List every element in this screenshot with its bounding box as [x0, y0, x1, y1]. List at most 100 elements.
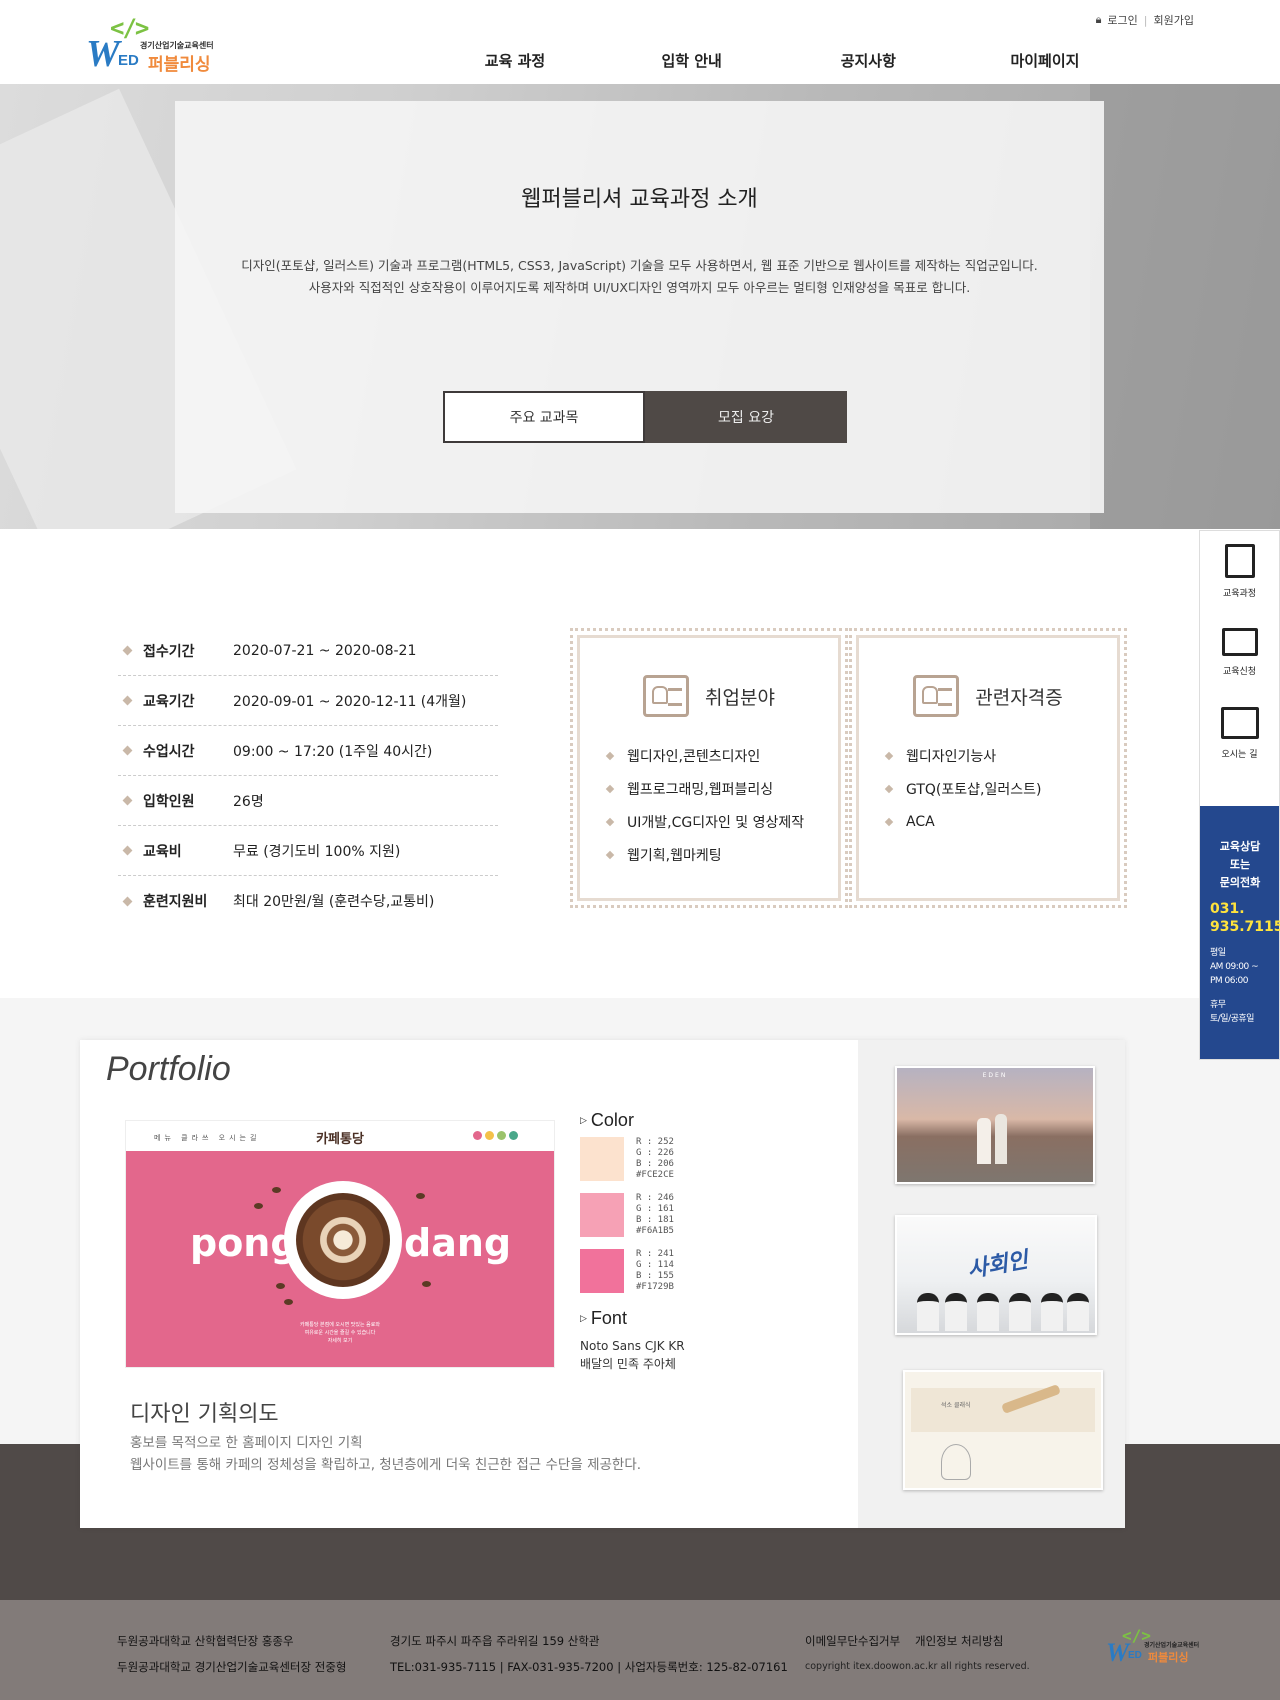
- player-figure: [1041, 1293, 1063, 1331]
- coffee-bean-icon: [254, 1203, 263, 1209]
- course-info-list: 접수기간 2020-07-21 ~ 2020-08-21 교육기간 2020-09-…: [118, 626, 498, 926]
- contact-title: 교육상담 또는 문의전화: [1210, 838, 1270, 892]
- color-heading-text: Color: [590, 1110, 634, 1130]
- site-logo[interactable]: </> W 경기산업기술교육센터 ED 퍼블리싱: [86, 14, 216, 75]
- footer-line: 경기도 파주시 파주읍 주라위길 159 산학관: [390, 1634, 600, 1648]
- portfolio-thumb-baseball[interactable]: 사회인: [895, 1215, 1097, 1335]
- swatch-r: R : 252: [636, 1137, 674, 1147]
- contact-holidays: 휴무 토/일/공휴일: [1210, 998, 1279, 1026]
- hero-bg-shadow: [1090, 84, 1280, 529]
- swatch-values: R : 246 G : 161 B : 181 #F6A1B5: [636, 1193, 674, 1243]
- list-item: 웹디자인기능사: [884, 739, 1041, 772]
- swatch-box: [580, 1249, 624, 1293]
- diamond-bullet-icon: [122, 896, 133, 906]
- util-menu: 🔒︎ 로그인 | 회원가입: [1096, 12, 1194, 28]
- coffee-bean-icon: [272, 1187, 281, 1193]
- info-key: 훈련지원비: [143, 894, 208, 910]
- color-palette: ▷ Color R : 252 G : 226 B : 206 #FCE2CE R : …: [580, 1110, 780, 1299]
- swatch-box: [580, 1193, 624, 1237]
- diamond-bullet-icon: [122, 645, 133, 656]
- contact-phone[interactable]: 031. 935.7115: [1210, 900, 1280, 936]
- logo-w: W: [1106, 1638, 1130, 1667]
- list-item: 웹기획,웹마케팅: [605, 838, 804, 871]
- main-nav: 교육 과정 입학 안내 공지사항 마이페이지: [460, 50, 1100, 71]
- info-row: 교육비 무료 (경기도비 100% 지원): [118, 826, 498, 876]
- swatch-values: R : 241 G : 114 B : 155 #F1729B: [636, 1249, 674, 1299]
- holiday-line: 휴무: [1210, 1000, 1226, 1010]
- certificate-icon: [913, 675, 960, 717]
- recruit-guide-button[interactable]: 모집 요강: [645, 391, 847, 443]
- certificate-title: 관련자격증: [975, 686, 1063, 709]
- login-link[interactable]: 로그인: [1107, 12, 1137, 28]
- font-info: ▷ Font Noto Sans CJK KR 배달의 민족 주아체: [580, 1308, 685, 1373]
- swatch-hex: #F1729B: [636, 1282, 674, 1292]
- player-figure: [1067, 1293, 1089, 1331]
- certificate-list: 웹디자인기능사 GTQ(포토샵,일러스트) ACA: [884, 739, 1041, 838]
- coffee-bean-icon: [416, 1193, 425, 1199]
- footer-logo[interactable]: </> W 경기산업기술교육센터 ED 퍼블리싱: [1106, 1626, 1200, 1668]
- list-item-text: UI개발,CG디자인 및 영상제작: [627, 814, 805, 831]
- list-item-text: ACA: [906, 813, 935, 830]
- coffee-bean-icon: [422, 1281, 431, 1287]
- quick-directions[interactable]: 오시는 길: [1200, 693, 1279, 774]
- diamond-bullet-icon: [605, 817, 615, 826]
- phone-line: 031.: [1210, 901, 1245, 917]
- diamond-bullet-icon: [122, 845, 133, 856]
- nav-courses[interactable]: 교육 과정: [460, 50, 570, 71]
- triangle-right-icon: ▷: [580, 1313, 587, 1323]
- nav-notice[interactable]: 공지사항: [813, 50, 923, 71]
- color-swatch: R : 246 G : 161 B : 181 #F6A1B5: [580, 1193, 780, 1243]
- swatch-box: [580, 1137, 624, 1181]
- quick-apply[interactable]: 교육신청: [1200, 612, 1279, 693]
- swatch-b: B : 206: [636, 1159, 674, 1169]
- phone-line: 935.7115: [1210, 919, 1280, 935]
- join-link[interactable]: 회원가입: [1154, 12, 1194, 28]
- certificate-card: 관련자격증 웹디자인기능사 GTQ(포토샵,일러스트) ACA: [849, 628, 1127, 908]
- mock-word-pong: pong: [190, 1221, 298, 1265]
- couple-figure: [977, 1118, 991, 1164]
- diamond-bullet-icon: [884, 817, 894, 826]
- email-refusal-link[interactable]: 이메일무단수집거부: [805, 1628, 900, 1654]
- portfolio-thumb-eden[interactable]: EDEN: [895, 1066, 1095, 1184]
- diamond-bullet-icon: [884, 751, 894, 760]
- nav-mypage[interactable]: 마이페이지: [990, 50, 1100, 71]
- swatch-values: R : 252 G : 226 B : 206 #FCE2CE: [636, 1137, 674, 1187]
- info-key: 입학인원: [143, 793, 195, 810]
- site-header: </> W 경기산업기술교육센터 ED 퍼블리싱 🔒︎ 로그인 | 회원가입 교…: [0, 0, 1280, 84]
- portfolio-main-image[interactable]: 메뉴 클라쓰 오시는길 카페통당 pong dang 카페통당 본점에 오시면 …: [125, 1120, 555, 1368]
- info-key: 교육비: [143, 843, 182, 860]
- player-figure: [917, 1293, 939, 1331]
- mock-caption-button: 자세히 보기: [327, 1338, 353, 1344]
- job-field-list: 웹디자인,콘텐츠디자인 웹프로그래밍,웹퍼블리싱 UI개발,CG디자인 및 영상…: [605, 739, 805, 871]
- main-subjects-button[interactable]: 주요 교과목: [443, 391, 645, 443]
- swatch-g: G : 114: [636, 1260, 674, 1270]
- list-item-text: 웹디자인,콘텐츠디자인: [627, 748, 761, 765]
- contact-title-line: 또는: [1229, 858, 1251, 871]
- nav-admission[interactable]: 입학 안내: [637, 50, 747, 71]
- logo-center-name: 경기산업기술교육센터: [1144, 1642, 1200, 1649]
- font-heading-text: Font: [590, 1308, 627, 1328]
- mock-color-dots: [473, 1131, 518, 1140]
- quick-courses[interactable]: 교육과정: [1200, 531, 1279, 612]
- couple-figure: [995, 1114, 1007, 1164]
- design-intent-line-1: 홍보를 목적으로 한 홈페이지 디자인 기획: [130, 1435, 363, 1451]
- page: </> W 경기산업기술교육센터 ED 퍼블리싱 🔒︎ 로그인 | 회원가입 교…: [0, 0, 1280, 1700]
- mock-word-dang: dang: [404, 1221, 512, 1265]
- info-row: 훈련지원비 최대 20만원/월 (훈련수당,교통비): [118, 876, 498, 926]
- coffee-bean-icon: [284, 1299, 293, 1305]
- mock-caption-line: 카페통당 본점에 오시면 맛있는 음료와: [300, 1322, 380, 1328]
- thumb-image: 사회인: [897, 1217, 1095, 1333]
- monitor-cursor-icon: [1221, 628, 1258, 656]
- hours-line: AM 09:00 ~: [1210, 962, 1259, 972]
- privacy-policy-link[interactable]: 개인정보 처리방침: [915, 1628, 1003, 1654]
- contact-panel: 교육상담 또는 문의전화 031. 935.7115 평일 AM 09:00 ~…: [1200, 806, 1280, 1059]
- diamond-bullet-icon: [605, 784, 615, 793]
- triangle-right-icon: ▷: [580, 1115, 587, 1125]
- design-intent-desc: 홍보를 목적으로 한 홈페이지 디자인 기획 웹사이트를 통해 카페의 정체성을…: [130, 1432, 641, 1476]
- hours-line: PM 06:00: [1210, 976, 1249, 986]
- swatch-r: R : 246: [636, 1193, 674, 1203]
- portfolio-thumb-classic[interactable]: 석소 클래식: [903, 1370, 1103, 1490]
- dot-icon: [485, 1131, 494, 1140]
- info-key: 수업시간: [143, 743, 195, 760]
- info-value: 2020-09-01 ~ 2020-12-11 (4개월): [233, 693, 467, 710]
